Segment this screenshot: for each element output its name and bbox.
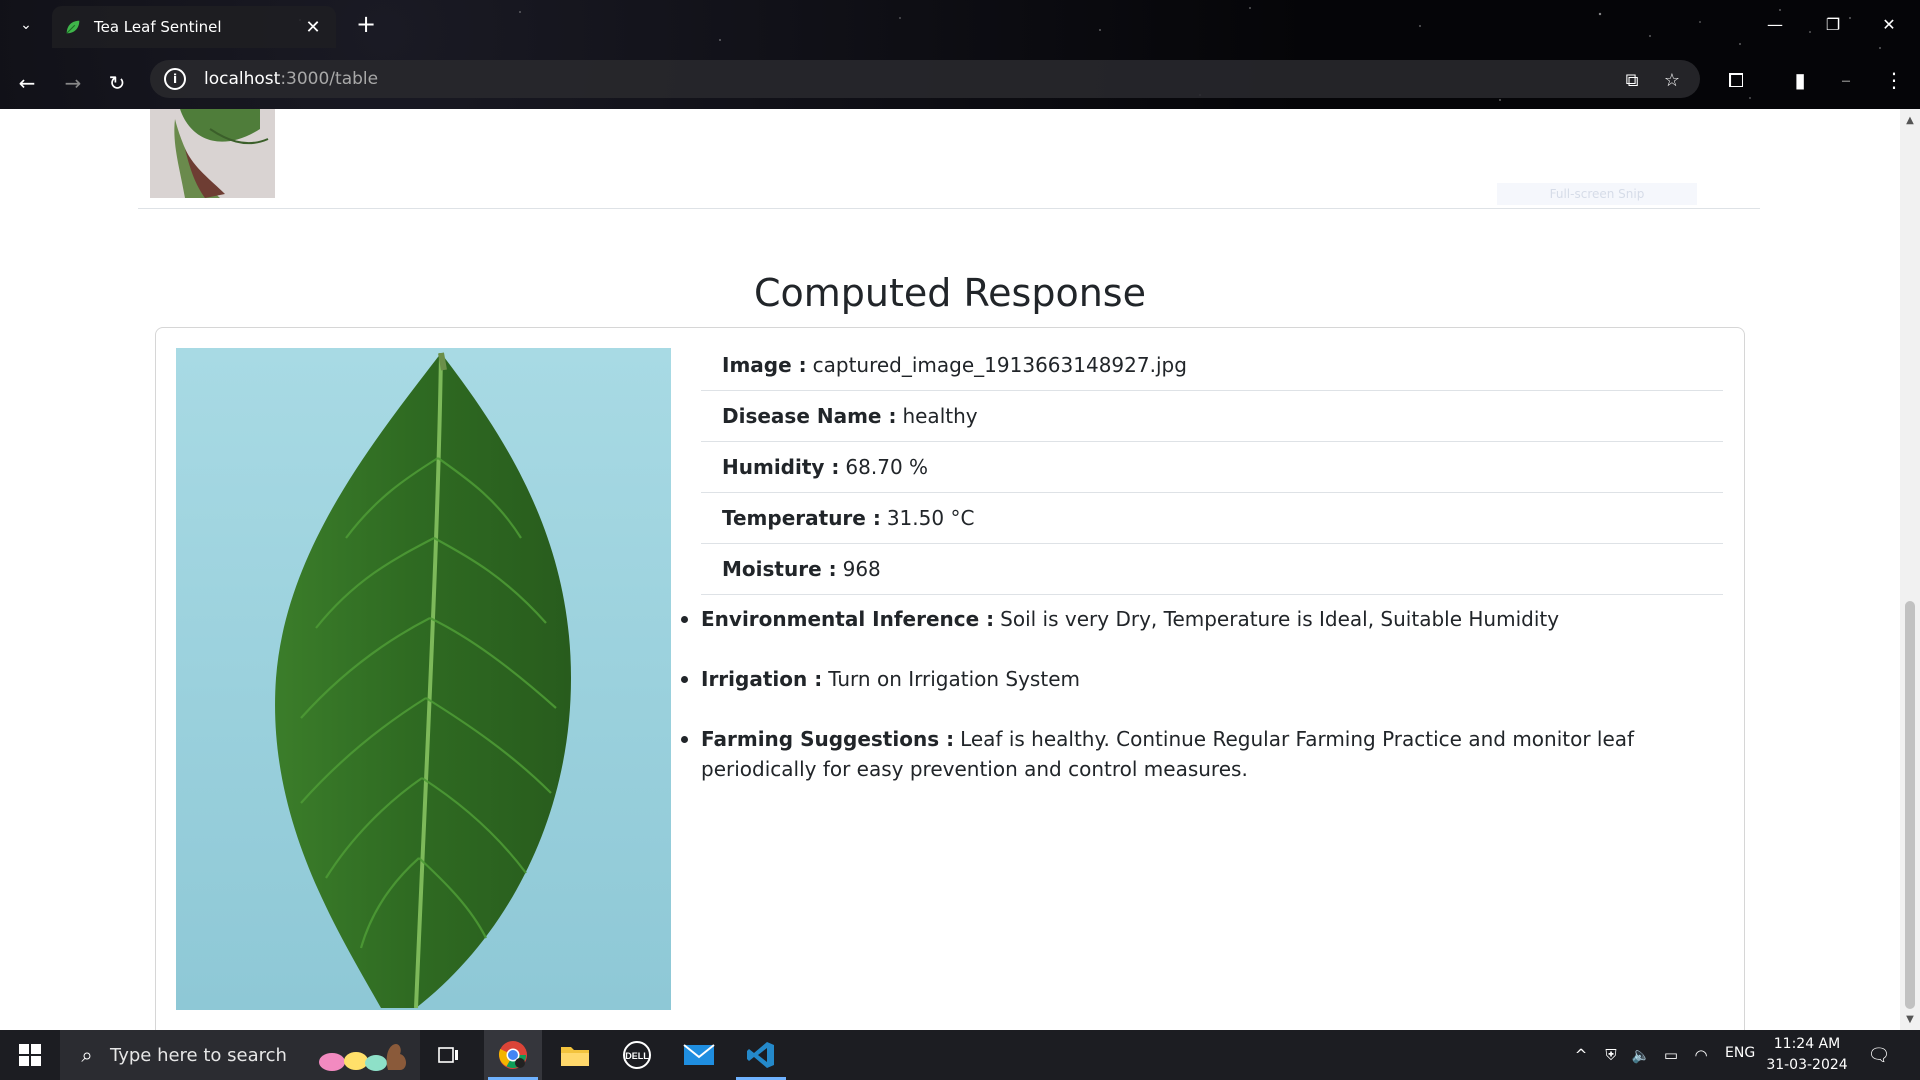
chrome-taskbar-icon[interactable] — [484, 1030, 542, 1080]
volume-icon[interactable]: 🔈 — [1630, 1044, 1652, 1066]
wifi-icon[interactable]: ◠ — [1690, 1044, 1712, 1066]
vscode-taskbar-icon[interactable] — [732, 1030, 790, 1080]
computed-response-card: Image : captured_image_1913663148927.jpg… — [155, 327, 1745, 1030]
minimize-window-icon[interactable]: — — [1752, 8, 1798, 40]
input-language-indicator[interactable]: ENG — [1725, 1045, 1755, 1061]
inference-label: Irrigation : — [701, 667, 823, 691]
farming-suggestions-item: Farming Suggestions : Leaf is healthy. Co… — [681, 724, 1723, 784]
search-icon: ⌕ — [81, 1043, 93, 1067]
detail-label: Moisture : — [722, 557, 837, 581]
notification-center-icon[interactable]: 🗨 — [1866, 1042, 1892, 1068]
tab-close-icon[interactable]: ✕ — [302, 17, 324, 38]
inference-label: Environmental Inference : — [701, 607, 995, 631]
tea-leaf-illustration — [176, 348, 671, 1010]
section-divider — [138, 208, 1760, 209]
svg-text:DELL: DELL — [625, 1051, 649, 1061]
windows-taskbar: ⌕ Type here to search DELL ^ ⛨ 🔈 ▭ ◠ ENG… — [0, 1030, 1920, 1080]
task-view-icon[interactable] — [420, 1030, 478, 1080]
new-tab-plus-icon[interactable]: + — [352, 10, 380, 38]
back-arrow-icon[interactable]: ← — [12, 68, 42, 98]
close-window-icon[interactable]: ✕ — [1866, 8, 1912, 40]
previous-leaf-thumbnail — [150, 109, 275, 198]
page-scrollbar[interactable]: ▲ ▼ — [1900, 109, 1920, 1030]
security-tray-icon[interactable]: ⛨ — [1600, 1044, 1622, 1066]
windows-start-icon[interactable] — [0, 1030, 60, 1080]
scroll-down-arrow-icon[interactable]: ▼ — [1900, 1010, 1920, 1028]
browser-tab-active[interactable]: Tea Leaf Sentinel ✕ — [52, 6, 336, 48]
profile-separator-icon: – — [1841, 68, 1851, 92]
tab-search-chevron-icon[interactable]: ⌄ — [14, 13, 38, 37]
page-viewport: Full-screen Snip Computed Response Image… — [0, 109, 1900, 1030]
scrollbar-thumb[interactable] — [1905, 601, 1915, 1009]
site-info-icon[interactable]: i — [164, 68, 186, 90]
inference-list: Environmental Inference : Soil is very Dr… — [681, 604, 1723, 814]
leaf-thumbnail-image — [150, 109, 275, 198]
address-bar[interactable]: i localhost:3000/table ⧉ ☆ — [150, 60, 1700, 98]
inference-value: Turn on Irrigation System — [828, 667, 1080, 691]
address-url[interactable]: localhost:3000/table — [204, 69, 378, 89]
inference-label: Farming Suggestions : — [701, 727, 955, 751]
detail-value: 968 — [842, 557, 881, 581]
detail-value: captured_image_1913663148927.jpg — [812, 353, 1187, 377]
computed-response-heading: Computed Response — [754, 271, 1146, 315]
extensions-puzzle-icon[interactable]: ⧠ — [1722, 66, 1750, 94]
tab-title: Tea Leaf Sentinel — [94, 18, 222, 36]
detail-value: 68.70 % — [845, 455, 929, 479]
detail-row-disease-name: Disease Name : healthy — [701, 391, 1723, 442]
detail-row-temperature: Temperature : 31.50 °C — [701, 493, 1723, 544]
detail-label: Humidity : — [722, 455, 840, 479]
detail-value: 31.50 °C — [886, 506, 975, 530]
captured-leaf-image — [176, 348, 671, 1010]
browser-menu-kebab-icon[interactable]: ⋮ — [1880, 66, 1908, 94]
detail-label: Disease Name : — [722, 404, 897, 428]
taskbar-search-placeholder: Type here to search — [110, 1044, 287, 1066]
file-explorer-icon[interactable] — [546, 1030, 604, 1080]
taskbar-search-box[interactable]: ⌕ Type here to search — [60, 1030, 420, 1080]
detail-label: Image : — [722, 353, 807, 377]
restore-window-icon[interactable]: ❐ — [1810, 8, 1856, 40]
side-panel-icon[interactable]: ▮ — [1786, 66, 1814, 94]
clock-date: 31-03-2024 — [1766, 1057, 1848, 1073]
detail-row-moisture: Moisture : 968 — [701, 544, 1723, 595]
system-clock[interactable]: 11:24 AM 31-03-2024 — [1764, 1034, 1850, 1076]
bookmark-star-icon[interactable]: ☆ — [1660, 68, 1684, 92]
scroll-up-arrow-icon[interactable]: ▲ — [1900, 111, 1920, 129]
detail-row-image: Image : captured_image_1913663148927.jpg — [701, 340, 1723, 391]
mail-app-icon[interactable] — [670, 1030, 728, 1080]
detail-value: healthy — [902, 404, 978, 428]
inference-value: Soil is very Dry, Temperature is Ideal, … — [1000, 607, 1560, 631]
snip-tooltip-ghost: Full-screen Snip — [1497, 183, 1697, 205]
easter-eggs-decoration-icon — [319, 1044, 406, 1071]
battery-icon[interactable]: ▭ — [1660, 1044, 1682, 1066]
leaf-favicon-icon — [66, 20, 80, 34]
irrigation-item: Irrigation : Turn on Irrigation System — [681, 664, 1723, 694]
environmental-inference-item: Environmental Inference : Soil is very Dr… — [681, 604, 1723, 634]
forward-arrow-icon[interactable]: → — [58, 68, 88, 98]
dell-app-icon[interactable]: DELL — [608, 1030, 666, 1080]
detail-list: Image : captured_image_1913663148927.jpg… — [701, 340, 1723, 595]
detail-label: Temperature : — [722, 506, 881, 530]
open-in-app-icon[interactable]: ⧉ — [1620, 68, 1644, 92]
detail-row-humidity: Humidity : 68.70 % — [701, 442, 1723, 493]
reload-icon[interactable]: ↻ — [102, 68, 132, 98]
clock-time: 11:24 AM — [1773, 1036, 1841, 1052]
show-hidden-icons-chevron-icon[interactable]: ^ — [1570, 1044, 1592, 1066]
